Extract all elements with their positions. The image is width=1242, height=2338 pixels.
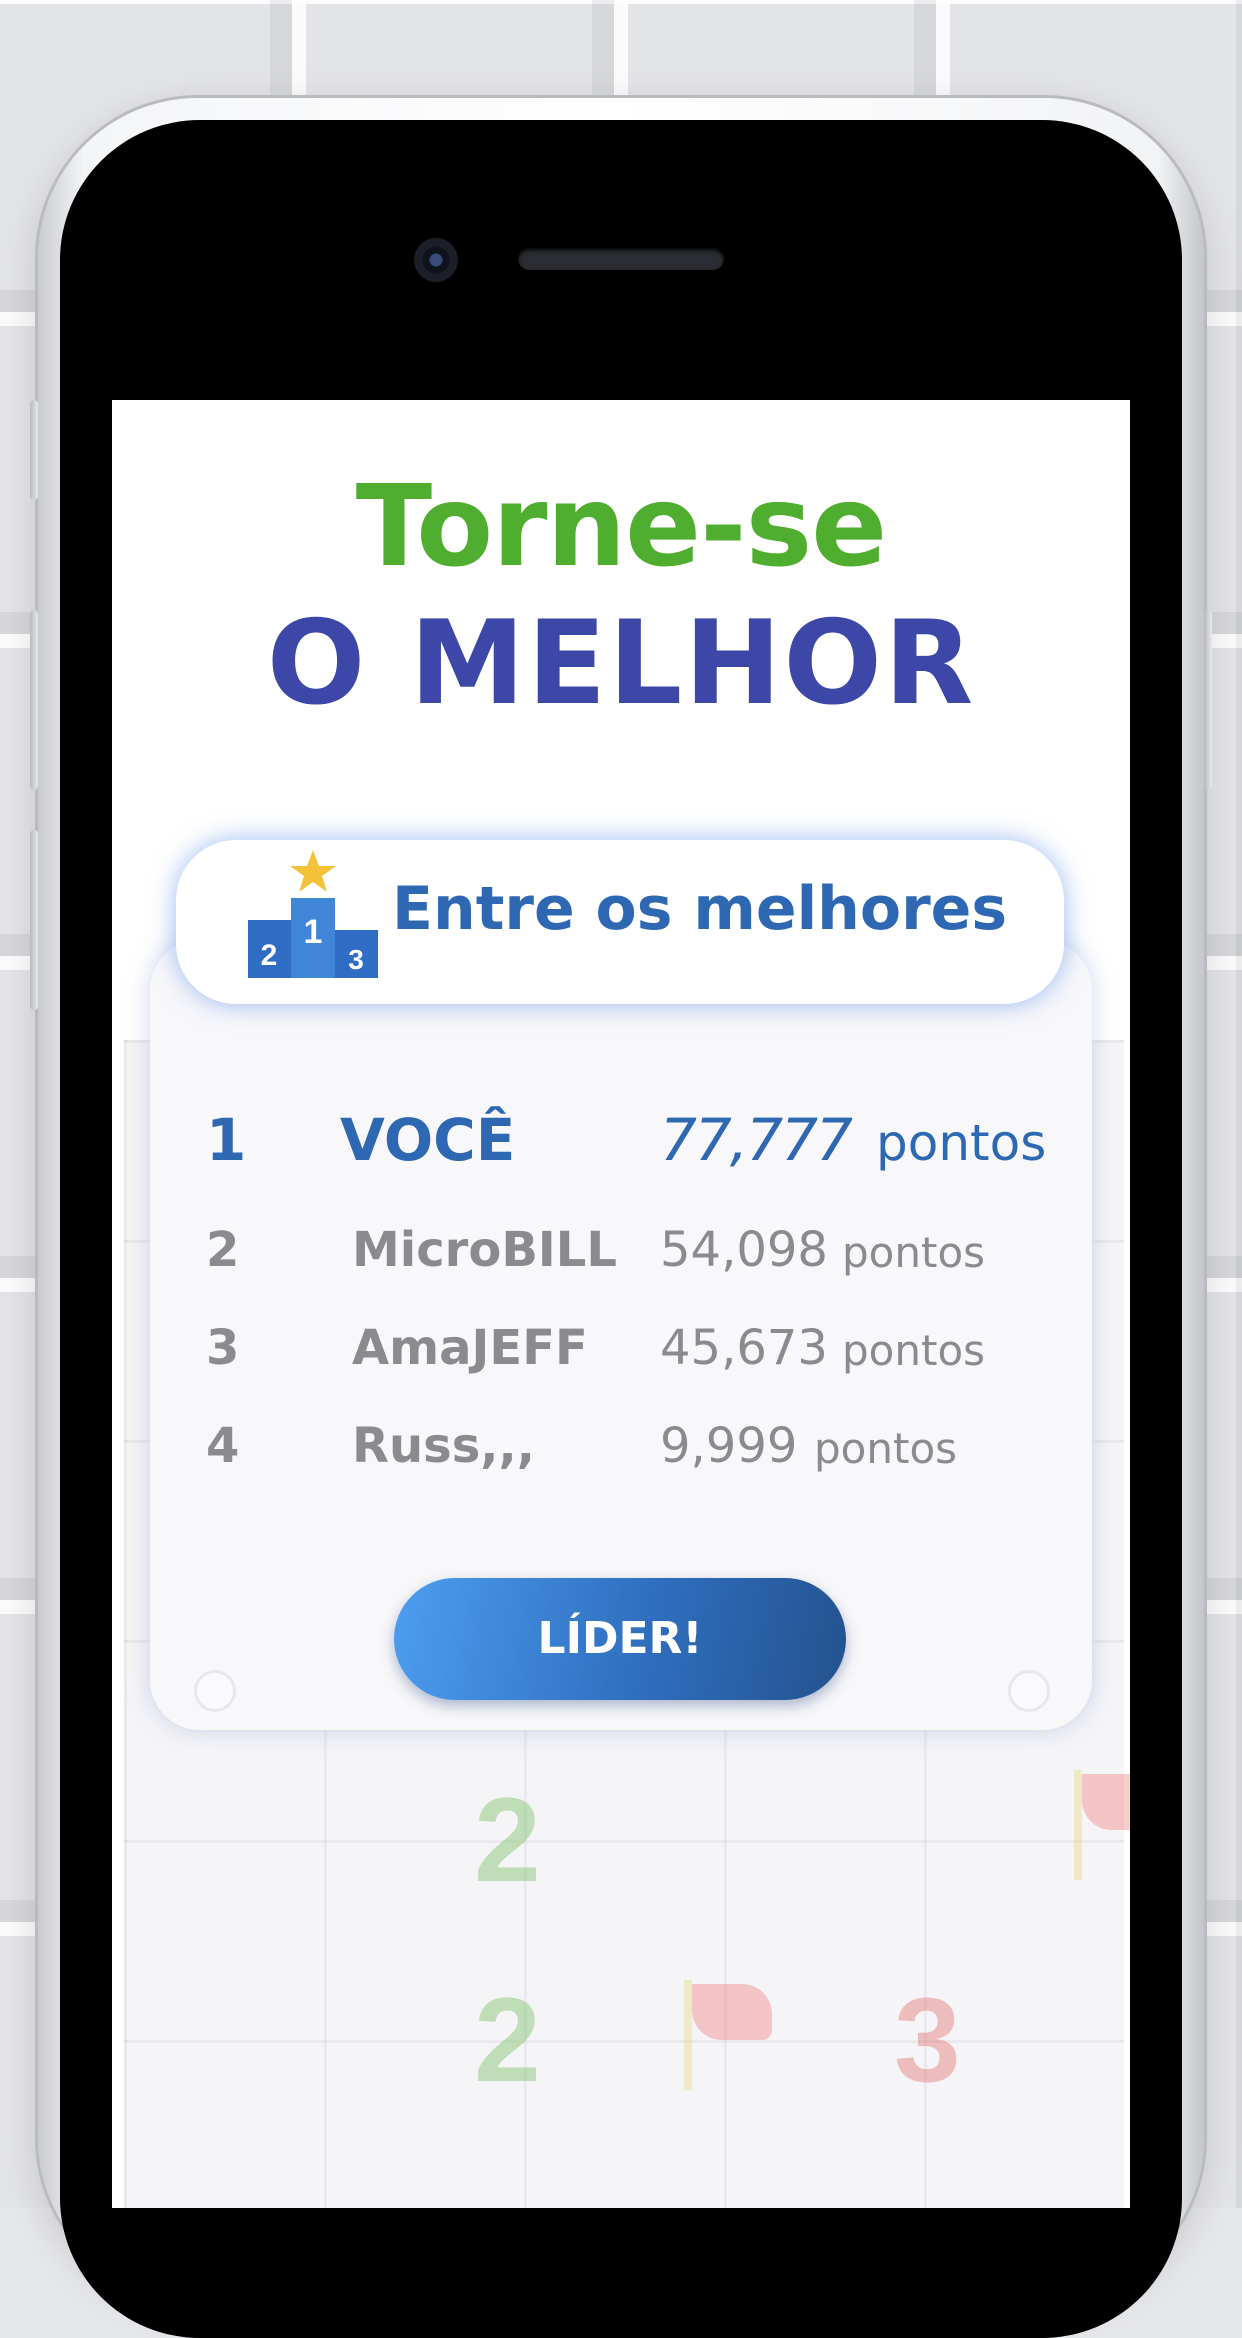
leaderboard-row: 2 MicroBILL 54,098 pontos (112, 1216, 1130, 1296)
row-player-name: AmaJEFF (352, 1320, 588, 1376)
podium-icon: 1 2 3 (248, 850, 378, 978)
row-score-unit: pontos (842, 1228, 986, 1277)
podium-label-second: 2 (261, 939, 278, 972)
podium-label-third: 3 (348, 944, 364, 975)
row-rank: 3 (206, 1320, 240, 1376)
leaderboard-title: Entre os melhores (392, 874, 1008, 944)
flag-icon (1074, 1770, 1130, 1880)
leaderboard-row: 3 AmaJEFF 45,673 pontos (112, 1314, 1130, 1394)
board-cell-number: 3 (894, 1973, 961, 2107)
mute-switch (30, 400, 38, 500)
row-player-name: VOCÊ (340, 1106, 516, 1174)
app-screen: 1 2 2 2 3 Torne-se O MELHOR 1 2 3 Entre … (112, 400, 1130, 2208)
row-rank: 2 (206, 1222, 240, 1278)
row-score-unit: pontos (876, 1114, 1047, 1172)
card-corner-dot (194, 1670, 236, 1712)
flag-icon (684, 1980, 774, 2090)
card-corner-dot (1008, 1670, 1050, 1712)
star-icon (290, 850, 336, 892)
row-rank: 4 (206, 1418, 240, 1474)
headline-line-2: O MELHOR (266, 596, 976, 731)
board-cell-number: 2 (474, 1773, 541, 1907)
leader-button[interactable]: LÍDER! (394, 1578, 846, 1700)
leaderboard-header: 1 2 3 Entre os melhores (176, 840, 1064, 1004)
row-score-unit: pontos (814, 1424, 958, 1473)
volume-down-button (30, 830, 38, 1010)
row-player-name: Russ,,, (352, 1418, 535, 1474)
earpiece-speaker (518, 248, 724, 270)
row-player-name: MicroBILL (352, 1222, 617, 1278)
leaderboard-row: 4 Russ,,, 9,999 pontos (112, 1412, 1130, 1492)
headline-line-1: Torne-se (355, 462, 888, 592)
row-score: 77,777 (660, 1106, 853, 1174)
front-camera (414, 238, 458, 282)
volume-up-button (30, 610, 38, 790)
row-score: 45,673 (660, 1320, 828, 1376)
row-score-unit: pontos (842, 1326, 986, 1375)
podium-label-first: 1 (304, 913, 323, 951)
row-rank: 1 (206, 1106, 247, 1174)
row-score: 9,999 (660, 1418, 798, 1474)
leaderboard-row: 1 VOCÊ 77,777 pontos (112, 1100, 1130, 1180)
power-button (1204, 610, 1212, 790)
board-cell-number: 2 (474, 1973, 541, 2107)
row-score: 54,098 (660, 1222, 828, 1278)
